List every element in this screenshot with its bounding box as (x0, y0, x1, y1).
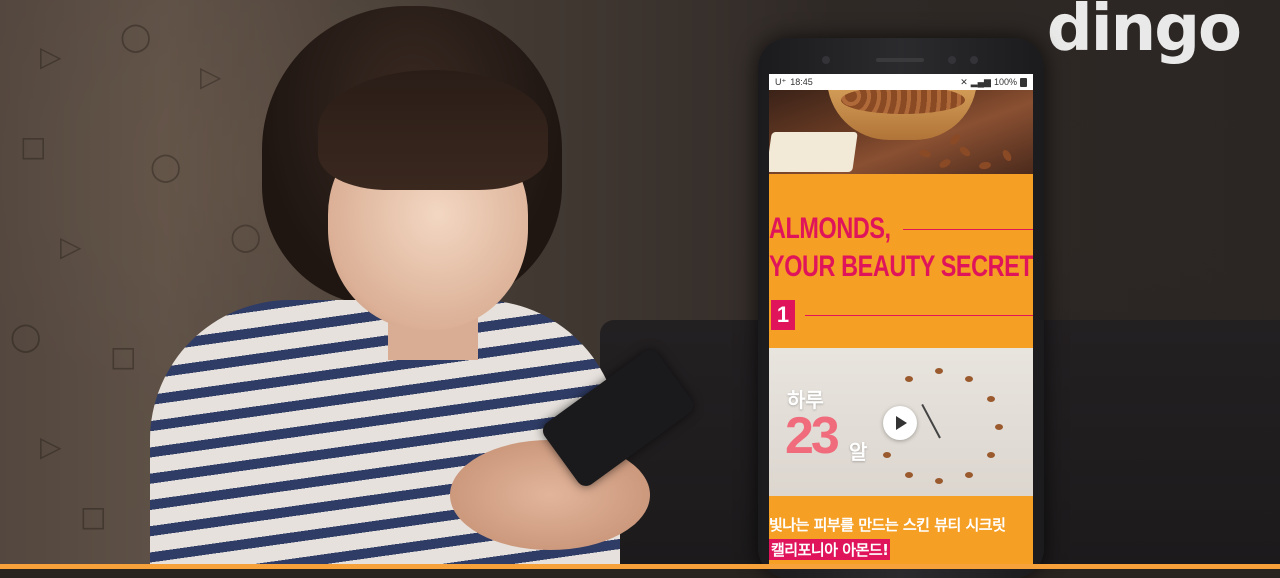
carrier-label: U⁺ (775, 76, 787, 87)
clock-almond (935, 368, 943, 374)
iris-scanner (970, 56, 978, 64)
dingo-logo: dingo (1046, 0, 1242, 66)
phone-speaker (876, 58, 924, 62)
phone-screen: U⁺ 18:45 ✕ ▂▄▆ 100% ALMONDS, YOUR BEAUTY… (769, 74, 1033, 568)
video-thumbnail[interactable]: 하루 23 알 (769, 348, 1033, 496)
phone-top-bezel (758, 38, 1044, 74)
video-unit: 알 (849, 442, 868, 464)
promo-banner: ALMONDS, YOUR BEAUTY SECRET 1 (769, 174, 1033, 348)
clock-hand (921, 403, 941, 439)
almond (978, 161, 992, 170)
almond (938, 157, 952, 170)
almond (958, 144, 972, 159)
mute-icon: ✕ (960, 76, 968, 87)
play-icon[interactable] (883, 406, 917, 440)
almond (948, 132, 962, 147)
front-camera (948, 56, 956, 64)
episode-badge: 1 (771, 300, 795, 330)
clock-almond (965, 472, 973, 478)
clock-almond (905, 472, 913, 478)
caption-line1: 빛나는 피부를 만드는 스킨 뷰티 시크릿 (769, 516, 1006, 534)
caption-line2: 캘리포니아 아몬드! (769, 539, 891, 560)
clock-almond (965, 376, 973, 382)
sensor-dot (822, 56, 830, 64)
phone-mockup: U⁺ 18:45 ✕ ▂▄▆ 100% ALMONDS, YOUR BEAUTY… (758, 38, 1044, 578)
almond (918, 148, 932, 159)
almond (1000, 148, 1014, 163)
background-scene: ▷◯ ▷□ ◯▷ ◯◯ □▷ ◯□ (0, 0, 1280, 569)
clock-almond (987, 452, 995, 458)
battery-icon (1020, 77, 1027, 87)
almond-photo (769, 90, 1033, 174)
person-bangs (318, 70, 548, 190)
clock-almond (905, 376, 913, 382)
title-rule (903, 229, 1033, 230)
clock-almond (995, 424, 1003, 430)
battery-percent: 100% (993, 77, 1017, 87)
promo-title: ALMONDS, YOUR BEAUTY SECRET (769, 210, 1033, 286)
status-bar: U⁺ 18:45 ✕ ▂▄▆ 100% (769, 74, 1033, 90)
video-number: 23 (785, 407, 840, 465)
clock-almond (883, 452, 891, 458)
badge-rule (805, 315, 1033, 316)
clock-almond (987, 396, 995, 402)
promo-title-line2: YOUR BEAUTY SECRET (769, 250, 1033, 283)
signal-icon: ▂▄▆ (970, 76, 991, 87)
status-time: 18:45 (790, 76, 813, 87)
clock-almond (935, 478, 943, 484)
caption-block: 빛나는 피부를 만드는 스킨 뷰티 시크릿 캘리포니아 아몬드! (769, 496, 1033, 568)
soap-bar (769, 132, 858, 172)
bottom-accent-bar (0, 564, 1280, 569)
